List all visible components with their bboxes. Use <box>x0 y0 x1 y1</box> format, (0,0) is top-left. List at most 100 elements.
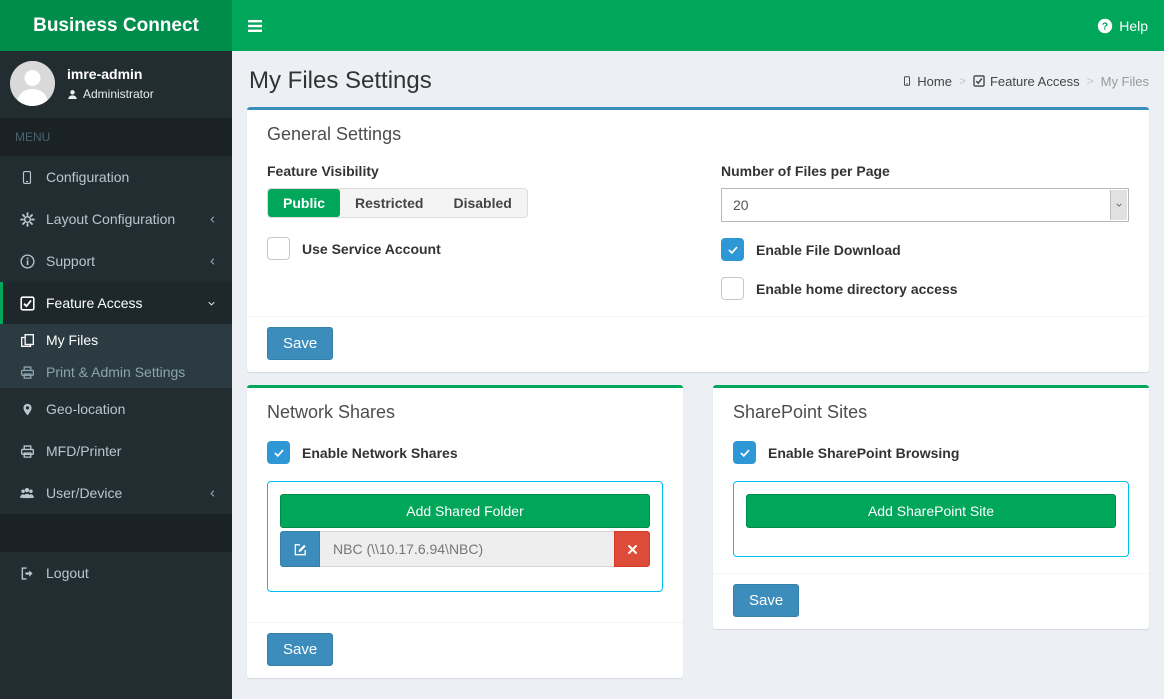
navbar-right-section: ? Help <box>232 0 1164 51</box>
files-copy-icon <box>18 333 36 348</box>
tablet-icon <box>18 170 36 185</box>
breadcrumb-separator: > <box>958 74 966 88</box>
sidebar-item-label: Print & Admin Settings <box>46 364 186 380</box>
printer-icon <box>18 365 36 380</box>
sharepoint-sites-panel: SharePoint Sites Enable SharePoint Brows… <box>713 385 1149 629</box>
logout-icon <box>18 566 36 581</box>
close-icon <box>627 544 638 555</box>
enable-network-shares-checkbox[interactable] <box>267 441 290 464</box>
sidebar-item-logout[interactable]: Logout <box>0 552 232 594</box>
files-per-page-select[interactable]: 20 <box>721 188 1129 222</box>
sharepoint-save-button[interactable]: Save <box>733 584 800 617</box>
sidebar-item-label: MFD/Printer <box>46 443 122 459</box>
user-icon <box>67 89 78 100</box>
breadcrumb-home[interactable]: Home <box>902 74 952 89</box>
avatar <box>10 61 55 106</box>
sidebar-divider-band <box>0 514 232 552</box>
visibility-restricted-button[interactable]: Restricted <box>340 189 438 217</box>
breadcrumb: Home > Feature Access > My Files <box>902 74 1149 89</box>
files-per-page-value: 20 <box>733 197 749 213</box>
shared-folder-row: NBC (\\10.17.6.94\NBC) <box>280 531 650 567</box>
sidebar-item-layout-configuration[interactable]: Layout Configuration <box>0 198 232 240</box>
sharepoint-sites-title: SharePoint Sites <box>733 402 868 422</box>
chevron-left-icon <box>208 488 217 499</box>
breadcrumb-current: My Files <box>1100 73 1149 89</box>
svg-text:?: ? <box>1102 20 1108 32</box>
sidebar-item-label: Logout <box>46 565 89 581</box>
sidebar-item-label: Support <box>46 253 96 269</box>
visibility-public-button[interactable]: Public <box>268 189 341 217</box>
sidebar-toggle-button[interactable] <box>247 0 287 51</box>
sidebar-item-label: Layout Configuration <box>46 211 176 227</box>
users-icon <box>18 486 36 500</box>
add-sharepoint-site-button[interactable]: Add SharePoint Site <box>746 494 1116 528</box>
map-pin-icon <box>18 402 36 417</box>
user-role-label: Administrator <box>83 87 154 101</box>
general-settings-title: General Settings <box>267 124 402 144</box>
user-name: imre-admin <box>67 66 143 82</box>
general-left-column: Feature Visibility Public Restricted Dis… <box>267 163 675 300</box>
chevron-left-icon <box>208 256 217 267</box>
enable-file-download-label: Enable File Download <box>756 241 901 258</box>
sidebar-item-label: Geo-location <box>46 401 126 417</box>
enable-home-directory-label: Enable home directory access <box>756 280 958 297</box>
shared-folder-name: NBC (\\10.17.6.94\NBC) <box>320 531 614 567</box>
general-save-button[interactable]: Save <box>267 327 334 360</box>
use-service-account-checkbox[interactable] <box>267 237 290 260</box>
page-title: My Files Settings <box>249 67 432 94</box>
general-right-column: Number of Files per Page 20 Enable File … <box>721 163 1129 300</box>
check-square-icon <box>18 295 36 311</box>
edit-share-button[interactable] <box>280 531 320 567</box>
tablet-icon <box>902 75 912 87</box>
breadcrumb-feature-access[interactable]: Feature Access <box>973 74 1080 89</box>
user-info: imre-admin Administrator <box>67 66 154 101</box>
help-label: Help <box>1119 17 1148 34</box>
app-window: Business Connect ? Help imre-admin Admin… <box>0 0 1164 699</box>
check-square-icon <box>973 75 985 87</box>
feature-access-submenu: My Files Print & Admin Settings <box>0 324 232 388</box>
sidebar-item-print-admin-settings[interactable]: Print & Admin Settings <box>0 356 232 388</box>
hamburger-icon <box>247 19 263 33</box>
enable-network-shares-label: Enable Network Shares <box>302 444 458 461</box>
general-settings-panel: General Settings Feature Visibility Publ… <box>247 107 1149 372</box>
files-per-page-label: Number of Files per Page <box>721 163 890 179</box>
printer-icon <box>18 444 36 459</box>
add-shared-folder-button[interactable]: Add Shared Folder <box>280 494 650 528</box>
sidebar-item-geo-location[interactable]: Geo-location <box>0 388 232 430</box>
sidebar-item-label: Feature Access <box>46 295 143 311</box>
enable-sharepoint-browsing-checkbox[interactable] <box>733 441 756 464</box>
gear-icon <box>18 211 36 227</box>
sidebar-item-label: User/Device <box>46 485 123 501</box>
brand-logo[interactable]: Business Connect <box>0 0 232 51</box>
delete-share-button[interactable] <box>614 531 650 567</box>
breadcrumb-separator: > <box>1086 74 1094 88</box>
help-button[interactable]: ? Help <box>1097 18 1148 34</box>
help-icon: ? <box>1097 18 1113 34</box>
enable-home-directory-checkbox[interactable] <box>721 277 744 300</box>
sidebar-item-feature-access[interactable]: Feature Access <box>0 282 232 324</box>
sidebar-item-user-device[interactable]: User/Device <box>0 472 232 514</box>
network-shares-title: Network Shares <box>267 402 396 422</box>
chevron-down-icon <box>206 299 217 308</box>
enable-sharepoint-browsing-label: Enable SharePoint Browsing <box>768 444 960 461</box>
sidebar-item-configuration[interactable]: Configuration <box>0 156 232 198</box>
sidebar-item-mfd-printer[interactable]: MFD/Printer <box>0 430 232 472</box>
sidebar-item-label: Configuration <box>46 169 130 185</box>
enable-file-download-checkbox[interactable] <box>721 238 744 261</box>
sidebar-item-label: My Files <box>46 332 99 348</box>
visibility-disabled-button[interactable]: Disabled <box>438 189 526 217</box>
sidebar-menu: Configuration Layout Configuration Suppo… <box>0 156 232 514</box>
user-panel: imre-admin Administrator <box>0 51 232 118</box>
menu-header: MENU <box>0 118 232 156</box>
sidebar-item-support[interactable]: Support <box>0 240 232 282</box>
feature-visibility-button-group: Public Restricted Disabled <box>267 188 528 218</box>
shared-folders-box: Add Shared Folder NBC (\\10.17.6.94\NBC) <box>267 481 663 592</box>
main-content: My Files Settings Home > Feature Access <box>232 51 1164 699</box>
sharepoint-sites-box: Add SharePoint Site <box>733 481 1129 557</box>
sidebar-item-my-files[interactable]: My Files <box>0 324 232 356</box>
top-navbar: Business Connect ? Help <box>0 0 1164 51</box>
feature-visibility-label: Feature Visibility <box>267 163 379 179</box>
select-chevron-down-icon[interactable] <box>1110 190 1127 220</box>
network-shares-save-button[interactable]: Save <box>267 633 334 666</box>
network-shares-panel: Network Shares Enable Network Shares Add… <box>247 385 683 678</box>
